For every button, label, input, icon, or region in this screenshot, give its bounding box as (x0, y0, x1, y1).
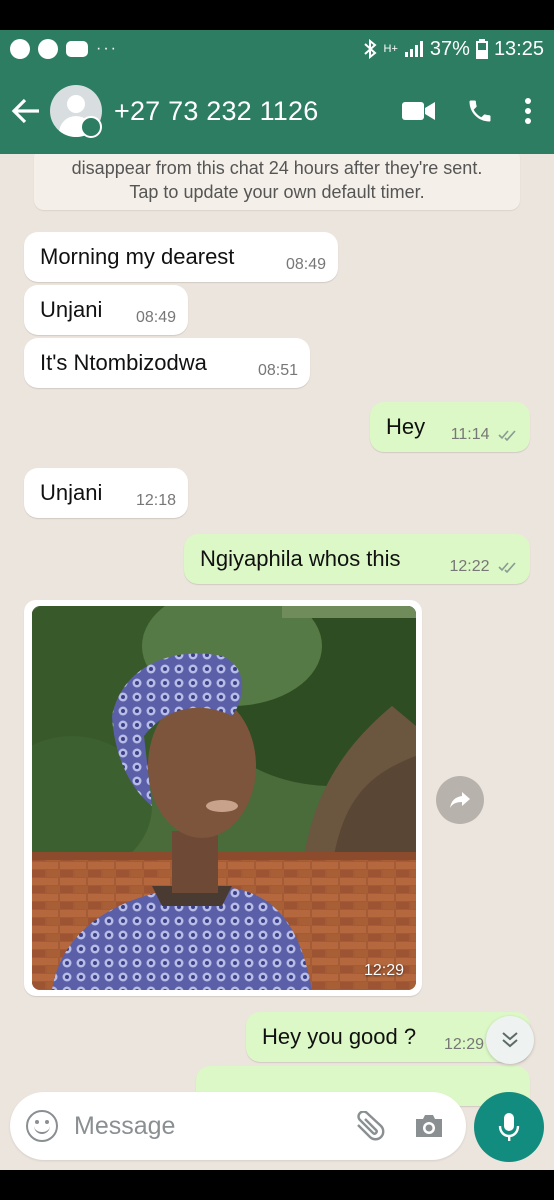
message-text: Hey (386, 414, 426, 439)
photo[interactable]: 12:29 (32, 606, 416, 990)
message-bubble[interactable]: Unjani 08:49 (24, 285, 188, 335)
image-message-bubble[interactable]: 12:29 (24, 600, 422, 996)
message-text: Ngiyaphila whos this (200, 546, 401, 571)
message-bubble[interactable]: Hey 11:14 (370, 402, 530, 452)
scroll-to-bottom-button[interactable] (486, 1016, 534, 1064)
signal-icon (404, 41, 423, 57)
more-vert-icon[interactable] (524, 97, 532, 125)
camera-icon[interactable] (414, 1113, 444, 1139)
message-time: 11:14 (450, 426, 490, 443)
facebook-icon (38, 39, 58, 59)
message-status: 12:22 (450, 558, 519, 576)
message-text: Morning my dearest (40, 244, 235, 269)
image-time: 12:29 (363, 962, 404, 979)
message-bubble[interactable]: Morning my dearest 08:49 (24, 232, 338, 282)
photo-image (32, 606, 416, 990)
message-time: 12:22 (449, 558, 490, 575)
message-time: 08:51 (257, 362, 298, 379)
network-type: H+ (383, 43, 398, 55)
message-input[interactable]: Message (74, 1112, 175, 1141)
clock: 13:25 (493, 37, 544, 60)
message-time: 08:49 (285, 256, 326, 273)
message-time: 08:49 (135, 309, 176, 326)
tiktok-icon (10, 39, 30, 59)
message-bubble[interactable]: It's Ntombizodwa 08:51 (24, 338, 310, 388)
double-chevron-down-icon (502, 1032, 518, 1048)
message-composer[interactable]: Message (10, 1092, 466, 1160)
disappearing-messages-notice[interactable]: disappear from this chat 24 hours after … (34, 154, 520, 210)
bluetooth-icon (363, 39, 377, 59)
top-black-bar (0, 0, 554, 30)
emoji-icon[interactable] (26, 1110, 58, 1142)
notice-line-1: disappear from this chat 24 hours after … (71, 158, 483, 178)
notice-line-2: Tap to update your own default timer. (129, 182, 425, 202)
disappearing-timer-icon (80, 116, 102, 138)
message-text: Unjani (40, 297, 103, 322)
youtube-icon (66, 41, 88, 57)
message-time: 12:29 (443, 1036, 484, 1053)
back-arrow-icon (11, 98, 39, 124)
forward-icon (450, 792, 470, 808)
attach-icon[interactable] (352, 1111, 386, 1141)
battery-percent: 37% (429, 37, 470, 60)
forward-button[interactable] (436, 776, 484, 824)
message-status: 11:14 (451, 426, 518, 444)
message-text: Unjani (40, 480, 103, 505)
video-call-icon[interactable] (402, 100, 436, 122)
contact-name[interactable]: +27 73 232 1126 (114, 96, 318, 127)
back-button[interactable] (4, 68, 48, 154)
message-time: 12:18 (135, 492, 176, 509)
message-bubble[interactable]: Unjani 12:18 (24, 468, 188, 518)
more-notifications: ··· (96, 40, 118, 57)
status-bar: ··· H+ 37% 13:25 (0, 30, 554, 68)
read-ticks-icon (498, 562, 516, 573)
bottom-black-bar (0, 1170, 554, 1200)
chat-header: +27 73 232 1126 (0, 68, 554, 154)
phone-call-icon[interactable] (466, 97, 494, 125)
message-bubble[interactable]: Ngiyaphila whos this 12:22 (184, 534, 530, 584)
battery-icon (475, 39, 488, 59)
mic-icon (498, 1113, 520, 1141)
chat-area[interactable]: disappear from this chat 24 hours after … (0, 154, 554, 1170)
message-text: It's Ntombizodwa (40, 350, 207, 375)
message-text: Hey you good ? (262, 1024, 417, 1049)
voice-message-button[interactable] (474, 1092, 544, 1162)
read-ticks-icon (498, 430, 516, 441)
